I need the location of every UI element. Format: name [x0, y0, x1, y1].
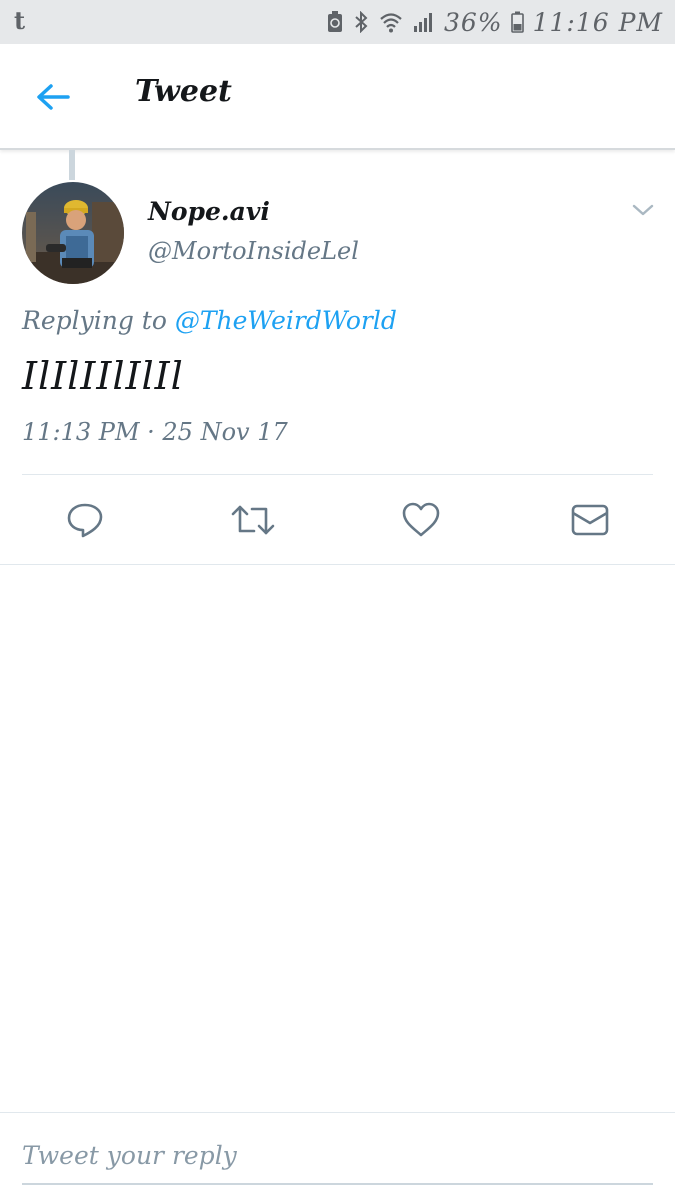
- status-bar: t 36% 11:16 PM: [0, 0, 675, 44]
- status-icons: 36% 11:16 PM: [326, 5, 663, 39]
- replying-to: Replying to @TheWeirdWorld: [22, 306, 397, 335]
- app-header: Tweet: [0, 44, 675, 150]
- bluetooth-icon: [352, 11, 370, 33]
- reply-button[interactable]: [61, 497, 109, 543]
- back-button[interactable]: [30, 77, 76, 117]
- author-handle[interactable]: @MortoInsideLel: [148, 237, 359, 265]
- page-title: Tweet: [135, 74, 232, 109]
- message-button[interactable]: [566, 497, 614, 543]
- replying-prefix: Replying to: [22, 306, 175, 335]
- retweet-button[interactable]: [229, 497, 277, 543]
- replying-to-mention[interactable]: @TheWeirdWorld: [175, 306, 397, 335]
- signal-icon: [412, 11, 436, 33]
- battery-percent: 36%: [444, 7, 503, 37]
- tweet-text: IlIlIIlIlIl: [22, 354, 184, 398]
- tweet-timestamp: 11:13 PM · 25 Nov 17: [22, 418, 288, 446]
- reply-icon: [67, 503, 103, 538]
- action-bar: [0, 497, 675, 545]
- divider: [0, 564, 675, 565]
- tweet-menu-button[interactable]: [628, 198, 658, 222]
- wifi-icon: [378, 11, 404, 33]
- chevron-down-icon: [632, 204, 654, 216]
- battery-icon: [511, 11, 525, 33]
- clock: 11:16 PM: [532, 7, 663, 37]
- back-arrow-icon: [37, 84, 70, 110]
- tumblr-icon: t: [14, 6, 26, 35]
- avatar[interactable]: [22, 182, 124, 284]
- thread-connector: [69, 150, 75, 180]
- like-button[interactable]: [397, 497, 445, 543]
- heart-icon: [402, 502, 440, 537]
- retweet-icon: [231, 505, 275, 535]
- author-name[interactable]: Nope.avi: [148, 197, 270, 226]
- battery-saver-icon: [326, 11, 344, 33]
- divider: [22, 474, 653, 475]
- envelope-icon: [571, 504, 609, 536]
- reply-input[interactable]: [22, 1135, 653, 1185]
- reply-composer: [0, 1112, 675, 1200]
